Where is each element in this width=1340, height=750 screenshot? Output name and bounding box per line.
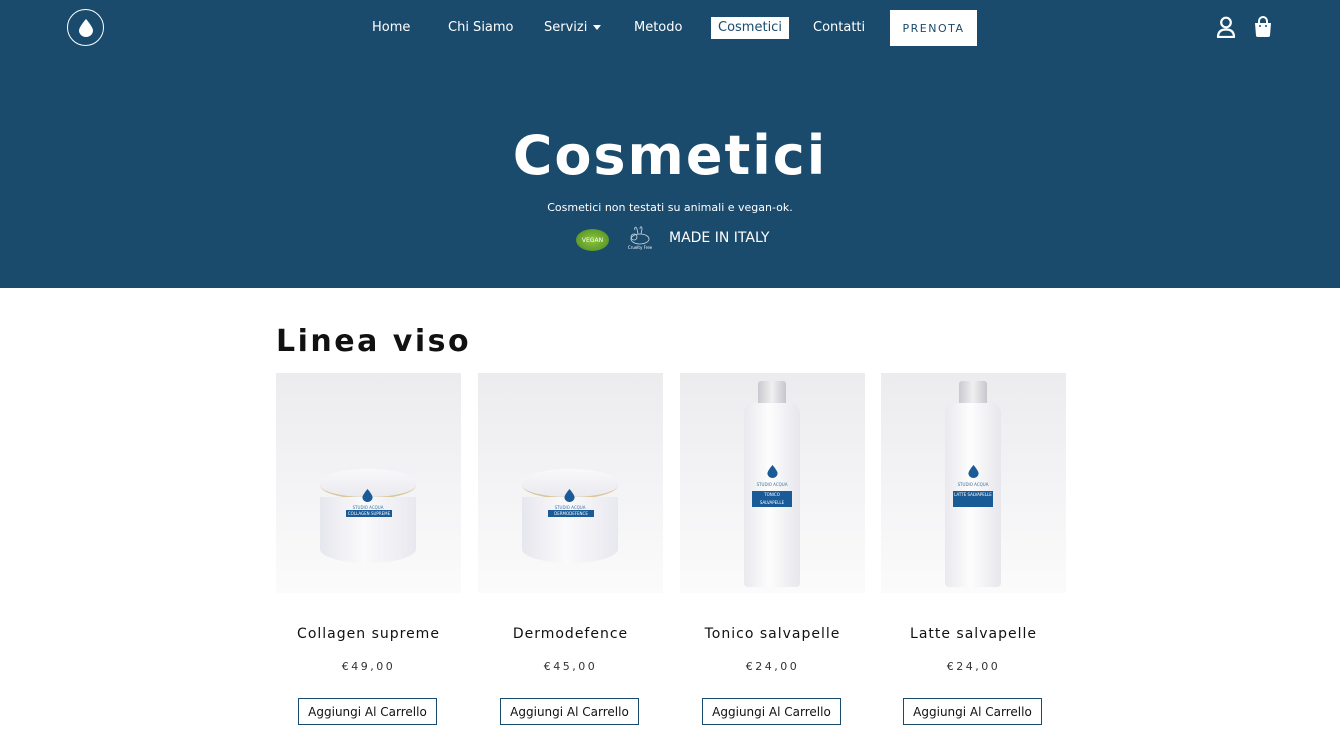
product-card: STUDIO ACQUA LATTE SALVAPELLE Latte salv… [881, 373, 1066, 733]
prenota-button[interactable]: PRENOTA [890, 10, 977, 46]
product-price: €24,00 [745, 660, 800, 673]
water-drop-icon [362, 489, 373, 502]
product-label: COLLAGEN SUPREME [346, 510, 392, 517]
made-in-italy-label: MADE IN ITALY [669, 230, 770, 246]
nav-item-chi-siamo[interactable]: Chi Siamo [448, 16, 514, 40]
nav-item-cosmetici[interactable]: Cosmetici [711, 17, 789, 39]
product-label: DERMODEFENCE [548, 510, 594, 517]
product-label: LATTE SALVAPELLE [953, 491, 993, 507]
jar-graphic: STUDIO ACQUA DERMODEFENCE [522, 469, 618, 567]
product-label: TONICO SALVAPELLE [752, 491, 792, 507]
product-brand: STUDIO ACQUA [756, 482, 788, 487]
user-icon[interactable] [1216, 16, 1236, 38]
cruelty-free-label: Cruelty Free [627, 245, 653, 250]
nav-item-home[interactable]: Home [372, 16, 410, 40]
bottle-graphic: STUDIO ACQUA TONICO SALVAPELLE [736, 381, 808, 587]
bottle-graphic: STUDIO ACQUA LATTE SALVAPELLE [937, 381, 1009, 587]
add-to-cart-button[interactable]: Aggiungi Al Carrello [702, 698, 841, 725]
product-card: STUDIO ACQUA COLLAGEN SUPREME Collagen s… [276, 373, 461, 733]
product-price: €45,00 [543, 660, 598, 673]
vegan-badge: VEGAN [576, 229, 609, 251]
product-name[interactable]: Collagen supreme [266, 626, 471, 642]
product-price: €49,00 [341, 660, 396, 673]
add-to-cart-button[interactable]: Aggiungi Al Carrello [903, 698, 1042, 725]
product-image[interactable]: STUDIO ACQUA TONICO SALVAPELLE [680, 373, 865, 593]
site-header: Home Chi Siamo Servizi Metodo Cosmetici … [0, 0, 1340, 288]
hero-subtitle: Cosmetici non testati su animali e vegan… [547, 201, 793, 214]
product-name[interactable]: Dermodefence [468, 626, 673, 642]
shopping-bag-icon[interactable] [1253, 16, 1273, 38]
product-name[interactable]: Latte salvapelle [871, 626, 1076, 642]
nav-item-metodo[interactable]: Metodo [634, 16, 682, 40]
product-name[interactable]: Tonico salvapelle [670, 626, 875, 642]
add-to-cart-button[interactable]: Aggiungi Al Carrello [500, 698, 639, 725]
section-title: Linea viso [276, 324, 472, 359]
page-title: Cosmetici [512, 124, 828, 187]
certification-badges: VEGAN Cruelty Free MADE IN ITALY [576, 226, 776, 254]
product-brand: STUDIO ACQUA [957, 482, 989, 487]
add-to-cart-button[interactable]: Aggiungi Al Carrello [298, 698, 437, 725]
product-image[interactable]: STUDIO ACQUA DERMODEFENCE [478, 373, 663, 593]
water-drop-icon [564, 489, 575, 502]
product-image[interactable]: STUDIO ACQUA LATTE SALVAPELLE [881, 373, 1066, 593]
product-card: STUDIO ACQUA DERMODEFENCE Dermodefence €… [478, 373, 663, 733]
nav-item-servizi-label: Servizi [544, 20, 588, 35]
product-card: STUDIO ACQUA TONICO SALVAPELLE Tonico sa… [680, 373, 865, 733]
product-price: €24,00 [946, 660, 1001, 673]
nav-item-servizi[interactable]: Servizi [544, 16, 602, 40]
nav-item-contatti[interactable]: Contatti [813, 16, 865, 40]
product-image[interactable]: STUDIO ACQUA COLLAGEN SUPREME [276, 373, 461, 593]
jar-graphic: STUDIO ACQUA COLLAGEN SUPREME [320, 469, 416, 567]
water-drop-icon [968, 465, 979, 478]
chevron-down-icon [593, 25, 602, 30]
main-nav: Home Chi Siamo Servizi Metodo Cosmetici … [0, 16, 1340, 40]
water-drop-icon [767, 465, 778, 478]
